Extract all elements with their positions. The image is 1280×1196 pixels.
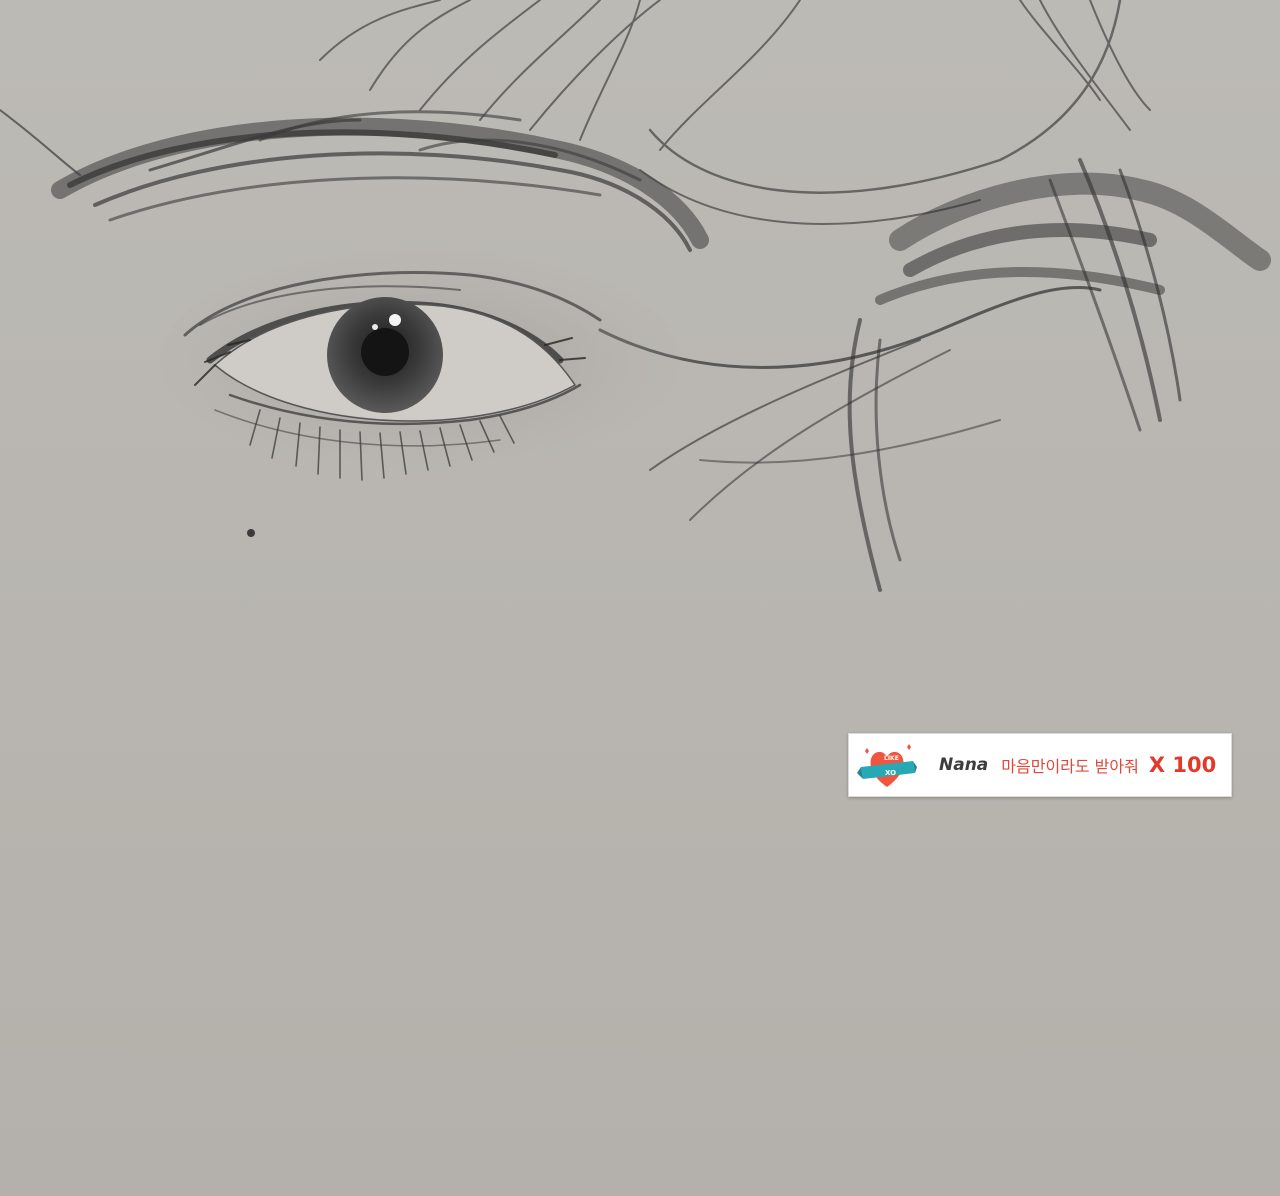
gift-notification-banner: LIKE XO Nana 마음만이라도 받아줘 X 100 (848, 733, 1232, 797)
eyebrow (0, 109, 709, 252)
gift-message: 마음만이라도 받아줘 (1001, 757, 1139, 776)
drawing-canvas: LIKE XO Nana 마음만이라도 받아줘 X 100 (0, 0, 1280, 1196)
pupil (361, 328, 409, 376)
mole (247, 529, 255, 537)
gift-count: X 100 (1148, 753, 1217, 777)
badge-label-top: LIKE (884, 755, 899, 762)
eye-highlight (389, 314, 401, 326)
badge-label-bottom: XO (885, 769, 897, 777)
heart-ribbon-icon: LIKE XO (855, 737, 919, 793)
sender-name: Nana (939, 755, 989, 775)
pencil-sketch-eye (0, 0, 1271, 592)
